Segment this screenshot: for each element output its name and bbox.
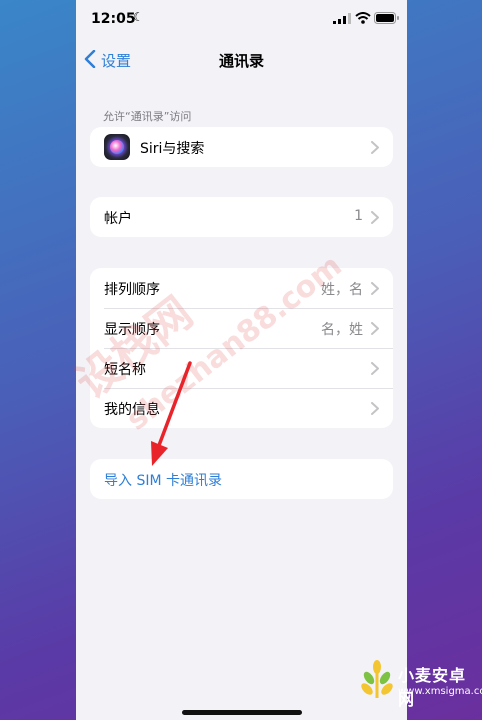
import-sim-contacts-button[interactable]: 导入 SIM 卡通讯录 (90, 459, 393, 499)
siri-card: Siri与搜索 (90, 127, 393, 167)
page-title: 通讯录 (218, 52, 264, 70)
chevron-right-icon (371, 402, 379, 415)
siri-icon (104, 134, 130, 160)
status-bar: 12:05 ☾ (76, 0, 407, 40)
display-order-value: 名，姓 (321, 322, 363, 338)
accounts-row[interactable]: 帐户 1 (90, 197, 393, 237)
chevron-right-icon (371, 282, 379, 295)
import-card: 导入 SIM 卡通讯录 (90, 459, 393, 499)
focus-moon-icon: ☾ (133, 10, 144, 24)
section-header: 允许“通讯录”访问 (103, 110, 192, 123)
wifi-icon (355, 12, 371, 24)
accounts-label: 帐户 (104, 211, 132, 227)
site-logo: 小麦安卓网 www.xmsigma.com (358, 652, 482, 720)
chevron-right-icon (371, 322, 379, 335)
status-time: 12:05 (91, 11, 136, 27)
import-sim-contacts-label: 导入 SIM 卡通讯录 (104, 473, 222, 489)
wheat-logo-icon (361, 660, 393, 698)
accounts-card: 帐户 1 (90, 197, 393, 237)
battery-icon (374, 12, 399, 24)
chevron-right-icon (371, 141, 379, 154)
home-indicator (182, 710, 302, 715)
siri-search-row[interactable]: Siri与搜索 (90, 127, 393, 167)
siri-search-label: Siri与搜索 (140, 141, 205, 157)
navigation-bar: 设置 通讯录 (76, 44, 407, 74)
site-logo-url: www.xmsigma.com (398, 686, 482, 697)
accounts-count: 1 (354, 208, 363, 224)
chevron-right-icon (371, 211, 379, 224)
cellular-signal-icon (333, 13, 351, 24)
chevron-right-icon (371, 362, 379, 375)
